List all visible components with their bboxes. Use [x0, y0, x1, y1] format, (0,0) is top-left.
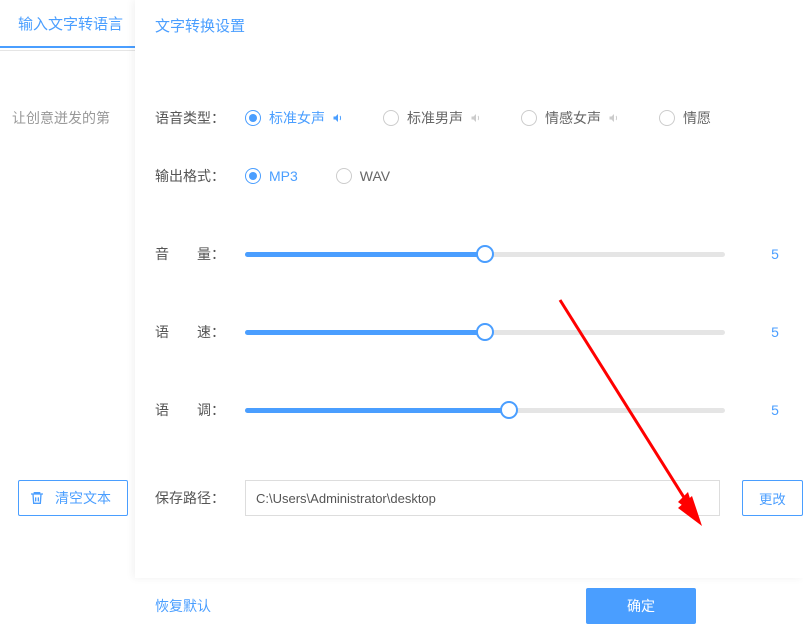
radio-label: 情感女声	[545, 108, 601, 128]
tab-label: 输入文字转语言	[18, 13, 123, 34]
radio-label: WAV	[360, 168, 390, 184]
radio-circle-icon	[659, 110, 675, 126]
tone-value: 5	[765, 402, 785, 418]
row-voice-type: 语音类型： 标准女声 标准男声 情感女声 情愿	[155, 98, 803, 138]
radio-voice-standard-female[interactable]: 标准女声	[245, 108, 345, 128]
volume-value: 5	[765, 246, 785, 262]
radio-label: MP3	[269, 168, 298, 184]
tone-label: 语 调：	[155, 400, 245, 420]
placeholder-hint: 让创意迸发的第	[12, 108, 110, 128]
slider-thumb[interactable]	[476, 323, 494, 341]
speaker-icon	[331, 112, 345, 124]
radio-voice-emotion-female[interactable]: 情感女声	[521, 108, 621, 128]
radio-label: 标准男声	[407, 108, 463, 128]
output-format-label: 输出格式：	[155, 166, 245, 186]
slider-fill	[245, 252, 485, 257]
voice-type-label: 语音类型：	[155, 108, 245, 128]
save-path-input[interactable]	[245, 480, 720, 516]
speed-value: 5	[765, 324, 785, 340]
speaker-icon	[469, 112, 483, 124]
radio-voice-standard-male[interactable]: 标准男声	[383, 108, 483, 128]
restore-default-link[interactable]: 恢复默认	[155, 596, 211, 616]
confirm-button[interactable]: 确定	[586, 588, 696, 624]
change-path-button[interactable]: 更改	[742, 480, 803, 516]
radio-circle-icon	[245, 110, 261, 126]
radio-circle-icon	[521, 110, 537, 126]
radio-voice-emotion-cutoff[interactable]: 情愿	[659, 108, 711, 128]
slider-thumb[interactable]	[476, 245, 494, 263]
tab-underline	[0, 50, 135, 51]
clear-text-label: 清空文本	[55, 488, 111, 508]
slider-fill	[245, 330, 485, 335]
speed-label: 语 速：	[155, 322, 245, 342]
tone-slider[interactable]	[245, 401, 725, 419]
clear-text-button[interactable]: 清空文本	[18, 480, 128, 516]
row-save-path: 保存路径： 更改	[155, 478, 803, 518]
panel-title: 文字转换设置	[155, 0, 803, 50]
slider-thumb[interactable]	[500, 401, 518, 419]
radio-label: 情愿	[683, 108, 711, 128]
tab-text-to-speech[interactable]: 输入文字转语言	[0, 0, 135, 48]
radio-circle-icon	[383, 110, 399, 126]
row-speed: 语 速： 5	[155, 312, 803, 352]
row-output-format: 输出格式： MP3 WAV	[155, 156, 803, 196]
speaker-icon	[607, 112, 621, 124]
row-tone: 语 调： 5	[155, 390, 803, 430]
radio-format-wav[interactable]: WAV	[336, 168, 390, 184]
slider-fill	[245, 408, 509, 413]
save-path-label: 保存路径：	[155, 488, 245, 508]
row-footer: 恢复默认 确定	[155, 586, 803, 626]
volume-slider[interactable]	[245, 245, 725, 263]
radio-circle-icon	[245, 168, 261, 184]
row-volume: 音 量： 5	[155, 234, 803, 274]
trash-icon	[29, 490, 45, 506]
settings-panel: 文字转换设置 语音类型： 标准女声 标准男声 情感女声 情愿 输出格式： MP3	[135, 0, 803, 578]
speed-slider[interactable]	[245, 323, 725, 341]
radio-format-mp3[interactable]: MP3	[245, 168, 298, 184]
volume-label: 音 量：	[155, 244, 245, 264]
radio-label: 标准女声	[269, 108, 325, 128]
radio-circle-icon	[336, 168, 352, 184]
